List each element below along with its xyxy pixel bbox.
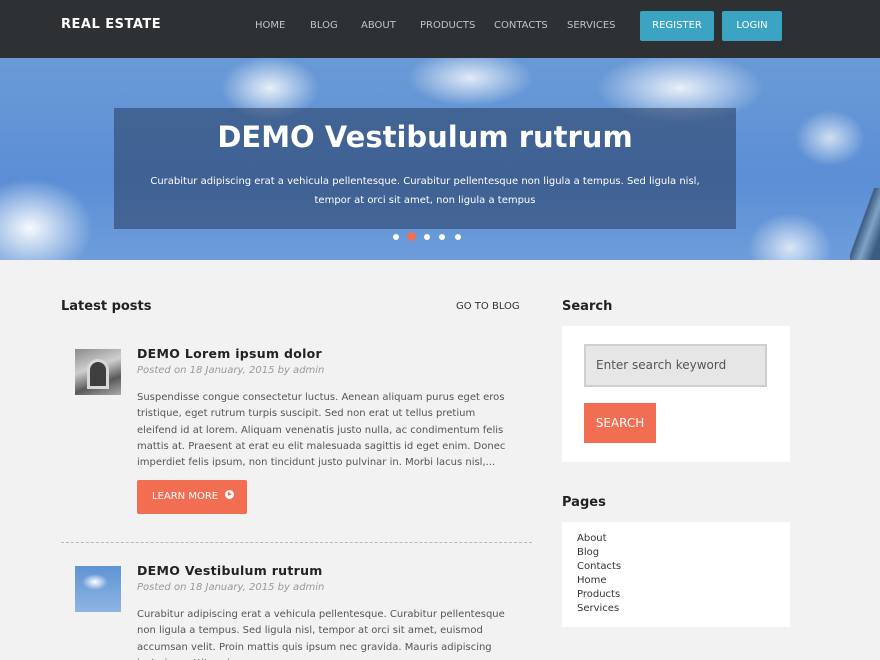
post-thumbnail[interactable] [75, 566, 121, 612]
building-image [850, 188, 880, 260]
nav-about[interactable]: ABOUT [361, 20, 396, 31]
post-divider [61, 542, 532, 543]
hero-caption: DEMO Vestibulum rutrum Curabitur adipisc… [114, 108, 736, 229]
search-input[interactable]: Enter search keyword [584, 344, 767, 387]
brand-logo[interactable]: REAL ESTATE [61, 17, 161, 32]
page-link-services[interactable]: Services [577, 603, 619, 614]
nav-products[interactable]: PRODUCTS [420, 20, 475, 31]
arrow-circle-icon [225, 490, 235, 499]
go-to-blog-link[interactable]: GO TO BLOG [456, 301, 520, 312]
post-excerpt: Suspendisse congue consectetur luctus. A… [137, 392, 506, 469]
latest-posts-title: Latest posts [61, 299, 152, 314]
arch-image [87, 359, 109, 389]
login-button[interactable]: LOGIN [722, 11, 782, 41]
register-button[interactable]: REGISTER [640, 11, 714, 41]
slider-dot-2[interactable] [407, 232, 416, 241]
page-link-blog[interactable]: Blog [577, 547, 599, 558]
slider-dot-5[interactable] [455, 234, 461, 240]
slider-dot-3[interactable] [424, 234, 430, 240]
learn-more-label: LEARN MORE [152, 491, 219, 502]
post-meta: Posted on 18 January, 2015 by admin [137, 582, 325, 593]
page-link-contacts[interactable]: Contacts [577, 561, 621, 572]
nav-home[interactable]: HOME [255, 20, 285, 31]
search-widget-title: Search [562, 299, 613, 314]
page-link-about[interactable]: About [577, 533, 607, 544]
pages-widget: About Blog Contacts Home Products Servic… [562, 522, 790, 627]
post-thumbnail[interactable] [75, 349, 121, 395]
top-navbar: REAL ESTATE HOME BLOG ABOUT PRODUCTS CON… [0, 0, 880, 58]
nav-services[interactable]: SERVICES [567, 20, 616, 31]
hero-text: Curabitur adipiscing erat a vehicula pel… [150, 176, 700, 206]
slider-dot-1[interactable] [393, 234, 399, 240]
hero-slider: DEMO Vestibulum rutrum Curabitur adipisc… [0, 58, 880, 260]
search-widget: Enter search keyword SEARCH [562, 326, 790, 462]
nav-blog[interactable]: BLOG [310, 20, 338, 31]
page-link-home[interactable]: Home [577, 575, 607, 586]
pages-widget-title: Pages [562, 495, 606, 510]
nav-contacts[interactable]: CONTACTS [494, 20, 548, 31]
post-title[interactable]: DEMO Lorem ipsum dolor [137, 346, 322, 361]
post-title[interactable]: DEMO Vestibulum rutrum [137, 563, 323, 578]
page-link-products[interactable]: Products [577, 589, 620, 600]
search-button[interactable]: SEARCH [584, 403, 656, 443]
hero-title: DEMO Vestibulum rutrum [217, 120, 633, 154]
post-excerpt: Curabitur adipiscing erat a vehicula pel… [137, 609, 505, 660]
post-meta: Posted on 18 January, 2015 by admin [137, 365, 325, 376]
learn-more-button[interactable]: LEARN MORE [137, 480, 247, 514]
slider-dot-4[interactable] [439, 234, 445, 240]
